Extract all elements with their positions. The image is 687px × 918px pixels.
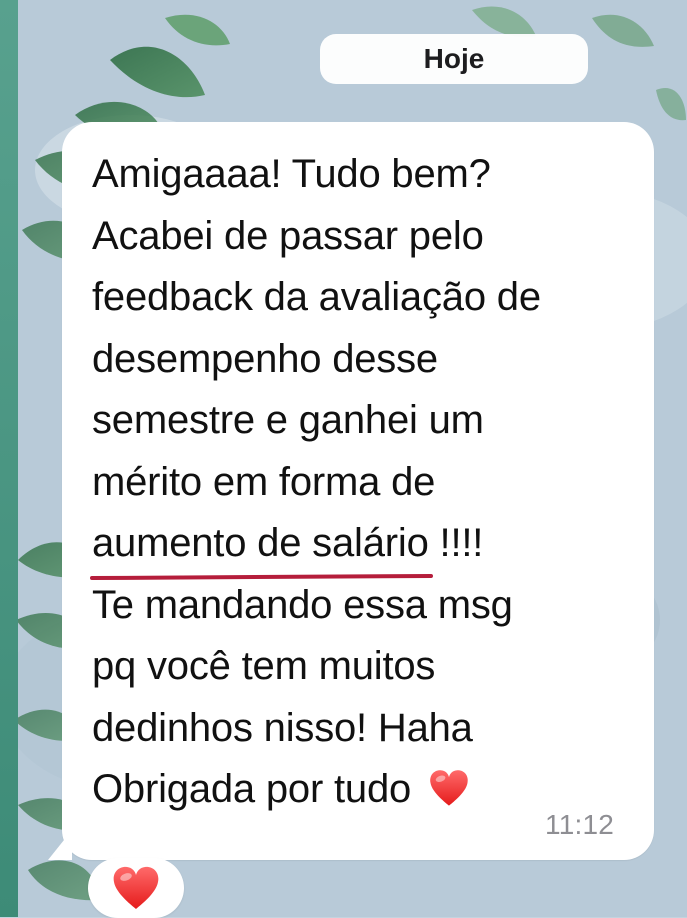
message-line: Te mandando essa msg [92, 582, 513, 627]
message-line-underlined-row: aumento de salário !!!! [92, 513, 620, 575]
message-line: feedback da avaliação de [92, 275, 541, 319]
message-text: Amigaaaa! Tudo bem? Acabei de passar pel… [92, 144, 620, 821]
left-edge-strip [0, 0, 18, 917]
underlined-text: aumento de salário [92, 513, 429, 575]
message-timestamp: 11:12 [545, 809, 614, 840]
message-line: desempenho desse [92, 336, 438, 381]
date-label: Hoje [423, 43, 485, 74]
reaction-pill[interactable] [88, 858, 184, 918]
message-line: semestre e ganhei um [92, 398, 484, 442]
heart-reaction-icon [113, 866, 159, 909]
message-line: Acabei de passar pelo [92, 213, 484, 258]
last-line-text: Obrigada por tudo [92, 767, 412, 811]
message-line: Amigaaaa! Tudo bem? [92, 152, 491, 196]
message-last-line: Obrigada por tudo [92, 759, 620, 821]
date-chip: Hoje [320, 34, 588, 84]
message-line: dedinhos nisso! Haha [92, 705, 473, 750]
heart-icon [430, 770, 468, 806]
exclamation-text: !!!! [428, 521, 484, 565]
message-bubble[interactable]: Amigaaaa! Tudo bem? Acabei de passar pel… [62, 122, 654, 860]
message-line: mérito em forma de [92, 459, 436, 504]
message-line: pq você tem muitos [92, 644, 436, 688]
